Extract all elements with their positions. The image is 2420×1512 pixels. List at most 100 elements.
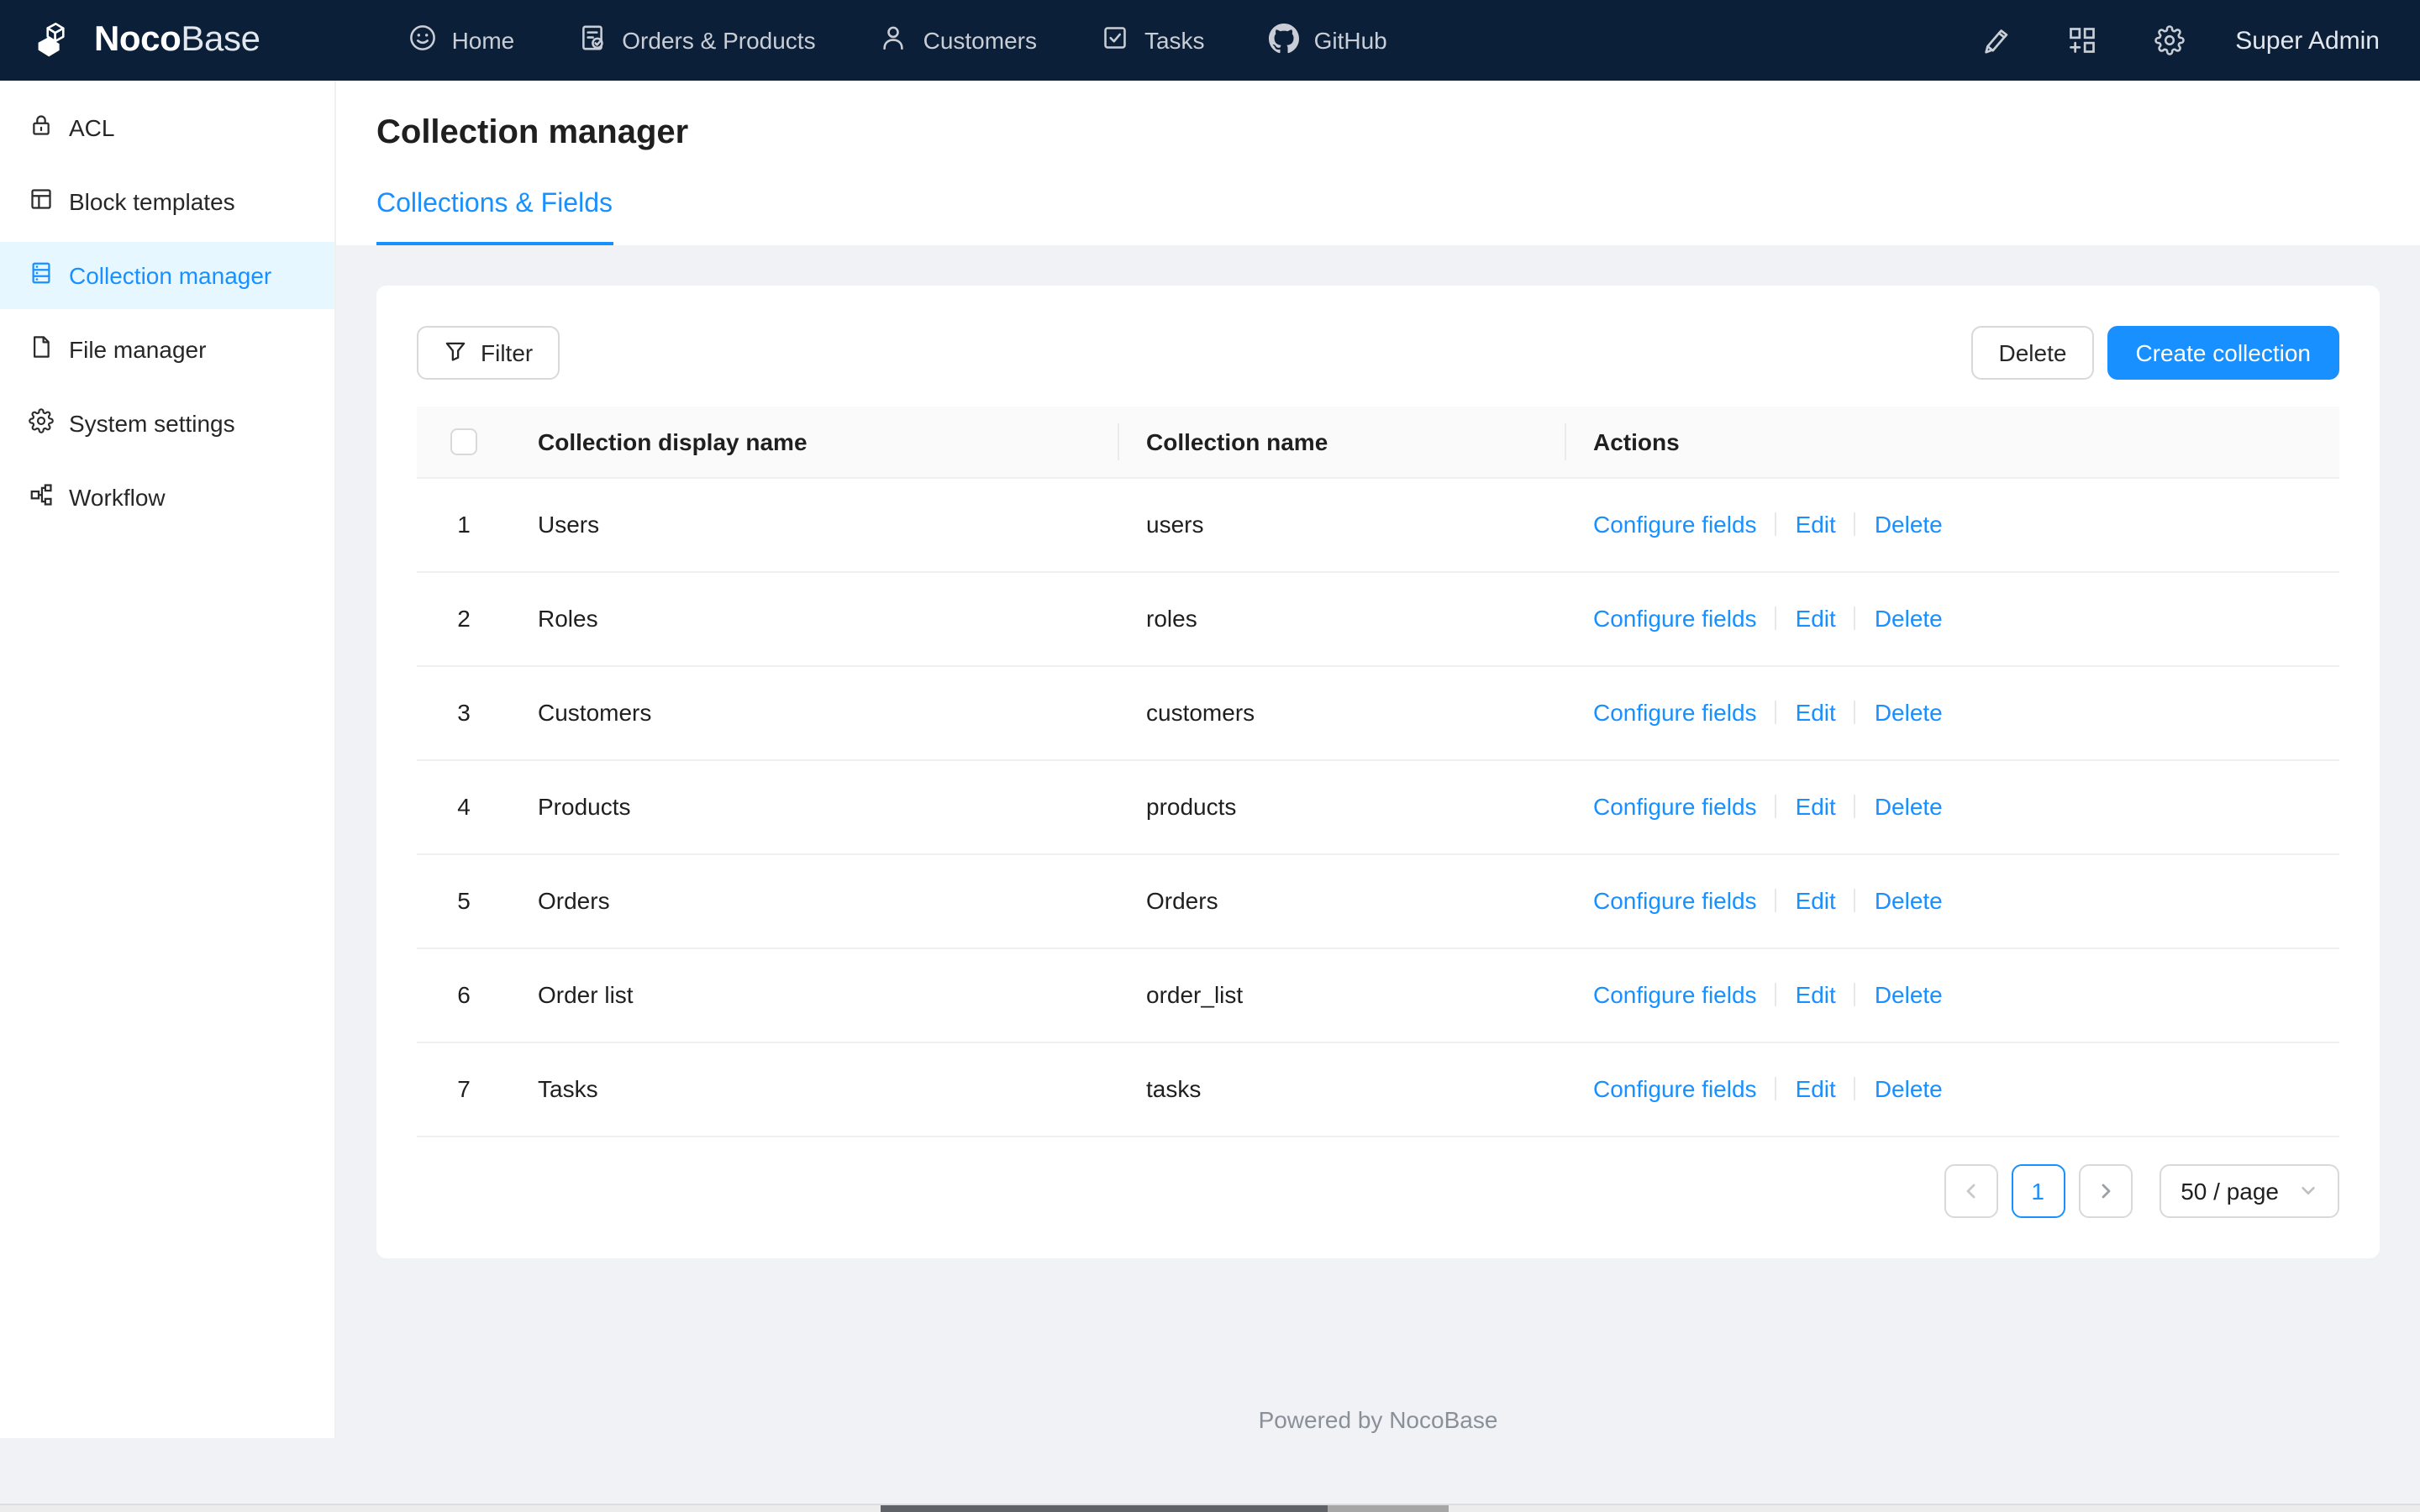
- nav-label: Home: [451, 27, 515, 54]
- nav-item-home[interactable]: Home: [408, 24, 515, 57]
- prev-page-button[interactable]: [1944, 1163, 1998, 1217]
- next-page-button[interactable]: [2078, 1163, 2133, 1217]
- delete-link[interactable]: Delete: [1875, 699, 1943, 726]
- delete-link[interactable]: Delete: [1875, 511, 1943, 538]
- delete-link[interactable]: Delete: [1875, 1075, 1943, 1102]
- sidebar-item-file-manager[interactable]: File manager: [0, 316, 334, 383]
- plugin-manager-appstore-add-icon[interactable]: [2067, 25, 2097, 55]
- cell-display-name: Orders: [511, 853, 1119, 948]
- user-icon: [880, 24, 908, 57]
- sidebar-item-collection-manager[interactable]: Collection manager: [0, 242, 334, 309]
- row-index: 7: [417, 1042, 511, 1137]
- scrollbar-thumb[interactable]: [881, 1505, 1328, 1512]
- top-navigation: Home Orders & Products Customers Tasks G…: [408, 23, 1387, 58]
- chevron-left-icon: [1965, 1183, 1975, 1198]
- sidebar-item-label: ACL: [69, 114, 115, 141]
- row-index: 5: [417, 853, 511, 948]
- edit-link[interactable]: Edit: [1796, 1075, 1836, 1102]
- cell-display-name: Roles: [511, 571, 1119, 666]
- configure-fields-link[interactable]: Configure fields: [1593, 981, 1757, 1008]
- nav-label: GitHub: [1313, 27, 1387, 54]
- configure-fields-link[interactable]: Configure fields: [1593, 793, 1757, 820]
- table-header-row: Collection display name Collection name …: [417, 407, 2339, 478]
- cell-collection-name: products: [1119, 759, 1566, 854]
- select-all-checkbox[interactable]: [450, 428, 477, 456]
- page-number-1[interactable]: 1: [2011, 1163, 2065, 1217]
- cell-collection-name: Orders: [1119, 853, 1566, 948]
- sidebar-item-label: System settings: [69, 410, 235, 437]
- divider: [1775, 889, 1777, 912]
- nav-item-github[interactable]: GitHub: [1268, 23, 1387, 58]
- smile-icon: [408, 24, 437, 57]
- table-row: 6 Order list order_list Configure fields…: [417, 948, 2339, 1042]
- workflow-icon: [29, 482, 54, 512]
- configure-fields-link[interactable]: Configure fields: [1593, 511, 1757, 538]
- divider: [1775, 701, 1777, 724]
- table-row: 1 Users users Configure fields Edit Delete: [417, 477, 2339, 572]
- nocobase-app: NocoBase Home Orders & Products Customer…: [0, 0, 2420, 1512]
- edit-link[interactable]: Edit: [1796, 699, 1836, 726]
- create-collection-button[interactable]: Create collection: [2107, 326, 2339, 380]
- table-row: 5 Orders Orders Configure fields Edit Dele…: [417, 853, 2339, 948]
- table-row: 3 Customers customers Configure fields Ed…: [417, 665, 2339, 760]
- nav-item-tasks[interactable]: Tasks: [1101, 24, 1205, 57]
- cell-display-name: Tasks: [511, 1042, 1119, 1137]
- sidebar-item-block-templates[interactable]: Block templates: [0, 168, 334, 235]
- filter-button[interactable]: Filter: [417, 326, 560, 380]
- filter-button-label: Filter: [481, 339, 534, 366]
- divider: [1854, 889, 1856, 912]
- sidebar-item-acl[interactable]: ACL: [0, 94, 334, 161]
- cell-collection-name: roles: [1119, 571, 1566, 666]
- cell-collection-name: users: [1119, 477, 1566, 572]
- cell-collection-name: order_list: [1119, 948, 1566, 1042]
- topbar-right: Super Admin: [1980, 25, 2380, 55]
- edit-link[interactable]: Edit: [1796, 981, 1836, 1008]
- delete-link[interactable]: Delete: [1875, 605, 1943, 632]
- sidebar-item-workflow[interactable]: Workflow: [0, 464, 334, 531]
- nav-item-customers[interactable]: Customers: [880, 24, 1037, 57]
- page-header: Collection manager Collections & Fields: [336, 81, 2420, 245]
- ui-editor-highlighter-icon[interactable]: [1980, 25, 2010, 55]
- configure-fields-link[interactable]: Configure fields: [1593, 605, 1757, 632]
- bulk-delete-button[interactable]: Delete: [1971, 326, 2094, 380]
- sidebar-item-label: Collection manager: [69, 262, 272, 289]
- user-menu[interactable]: Super Admin: [2235, 26, 2380, 55]
- tab-collections-fields[interactable]: Collections & Fields: [376, 190, 613, 245]
- delete-link[interactable]: Delete: [1875, 981, 1943, 1008]
- collections-table-card: Filter Delete Create collection Collecti…: [376, 286, 2380, 1257]
- configure-fields-link[interactable]: Configure fields: [1593, 699, 1757, 726]
- scrollbar-thumb-secondary: [1328, 1505, 1449, 1512]
- gear-icon: [29, 408, 54, 438]
- delete-link[interactable]: Delete: [1875, 793, 1943, 820]
- sidebar-item-system-settings[interactable]: System settings: [0, 390, 334, 457]
- nav-item-orders-products[interactable]: Orders & Products: [578, 24, 816, 57]
- settings-sidebar: ACL Block templates Collection manager F…: [0, 81, 336, 1438]
- table-toolbar: Filter Delete Create collection: [417, 326, 2339, 380]
- divider: [1854, 1077, 1856, 1100]
- layout-icon: [29, 186, 54, 217]
- github-icon: [1268, 23, 1299, 58]
- page-size-select[interactable]: 50 / page: [2159, 1163, 2339, 1217]
- edit-link[interactable]: Edit: [1796, 887, 1836, 914]
- edit-link[interactable]: Edit: [1796, 605, 1836, 632]
- cell-display-name: Customers: [511, 665, 1119, 760]
- divider: [1854, 512, 1856, 536]
- table-row: 4 Products products Configure fields Edit…: [417, 759, 2339, 854]
- edit-link[interactable]: Edit: [1796, 793, 1836, 820]
- cell-collection-name: customers: [1119, 665, 1566, 760]
- nocobase-cube-icon: [34, 18, 77, 62]
- delete-link[interactable]: Delete: [1875, 887, 1943, 914]
- sidebar-item-label: Workflow: [69, 484, 166, 511]
- sidebar-item-label: File manager: [69, 336, 207, 363]
- nav-label: Orders & Products: [622, 27, 816, 54]
- column-header-actions: Actions: [1566, 407, 2339, 478]
- filter-funnel-icon: [444, 339, 467, 367]
- configure-fields-link[interactable]: Configure fields: [1593, 1075, 1757, 1102]
- configure-fields-link[interactable]: Configure fields: [1593, 887, 1757, 914]
- row-index: 4: [417, 759, 511, 854]
- settings-gear-icon[interactable]: [2154, 25, 2185, 55]
- horizontal-scrollbar[interactable]: [0, 1504, 2420, 1512]
- cell-display-name: Users: [511, 477, 1119, 572]
- nocobase-logo[interactable]: NocoBase: [34, 18, 260, 62]
- edit-link[interactable]: Edit: [1796, 511, 1836, 538]
